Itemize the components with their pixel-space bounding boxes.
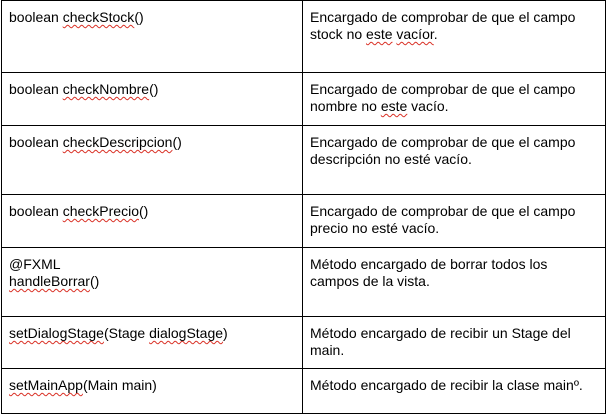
method-signature-cell: setDialogStage(Stage dialogStage)	[1, 316, 303, 369]
text-run: Método encargado de borrar todos los cam…	[310, 256, 548, 289]
misspelled-word: dialogStage	[149, 325, 224, 341]
text-run: @FXML	[9, 256, 61, 272]
misspelled-word: vacíor	[396, 26, 434, 42]
text-run: Encargado de comprobar de que el campo s…	[310, 9, 576, 42]
misspelled-word: este	[366, 26, 393, 42]
document-page: boolean checkStock() Encargado de comprob…	[0, 0, 606, 417]
table-row: @FXML handleBorrar() Método encargado de b…	[1, 247, 606, 317]
text-run: .	[433, 26, 438, 42]
text-run: ()	[149, 81, 159, 97]
text-run: Método encargado de recibir un Stage del…	[310, 325, 571, 358]
method-description-cell: Encargado de comprobar de que el campo n…	[302, 72, 606, 126]
misspelled-word: handleBorrar	[9, 273, 90, 289]
method-description-cell: Encargado de comprobar de que el campo s…	[302, 0, 606, 73]
method-signature-cell: boolean checkStock()	[1, 0, 303, 73]
table-row: boolean checkStock() Encargado de comprob…	[1, 0, 606, 73]
misspelled-word: checkDescripcion	[62, 134, 173, 150]
text-run: boolean	[9, 9, 63, 25]
text-run: vacío.	[407, 98, 449, 114]
misspelled-word: checkStock	[62, 9, 135, 25]
table-row: boolean checkPrecio() Encargado de compro…	[1, 194, 606, 248]
misspelled-word: setMainApp	[9, 377, 83, 393]
text-run: boolean	[9, 203, 63, 219]
misspelled-word: este	[380, 98, 408, 114]
text-run: boolean	[9, 134, 63, 150]
method-description-cell: Método encargado de borrar todos los cam…	[302, 247, 606, 317]
misspelled-word: checkPrecio	[62, 203, 139, 219]
method-signature-cell: boolean checkNombre()	[1, 72, 303, 126]
method-description-cell: Método encargado de recibir un Stage del…	[302, 316, 606, 369]
method-description-cell: Encargado de comprobar de que el campo p…	[302, 194, 606, 248]
text-run: ()	[172, 134, 182, 150]
text-run: Encargado de comprobar de que el campo d…	[310, 134, 576, 167]
method-description-cell: Método encargado de recibir la clase mai…	[302, 368, 606, 414]
misspelled-word: setDialogStage	[9, 325, 104, 341]
method-signature-cell: setMainApp(Main main)	[1, 368, 303, 414]
text-run: boolean	[9, 81, 63, 97]
text-run: (Main main)	[82, 377, 157, 393]
methods-table: boolean checkStock() Encargado de comprob…	[1, 0, 606, 414]
text-run: )	[223, 325, 228, 341]
text-run: Encargado de comprobar de que el campo p…	[310, 203, 576, 236]
method-signature-cell: @FXML handleBorrar()	[1, 247, 303, 317]
table-row: boolean checkNombre() Encargado de compro…	[1, 72, 606, 126]
text-run: ()	[89, 273, 100, 289]
method-signature-cell: boolean checkDescripcion()	[1, 125, 303, 195]
text-run: ()	[138, 203, 149, 219]
text-run: Método encargado de recibir la clase mai…	[310, 377, 583, 393]
text-run: ()	[134, 9, 144, 25]
table-row: setDialogStage(Stage dialogStage) Método …	[1, 316, 606, 369]
text-run: (Stage	[103, 325, 150, 341]
misspelled-word: checkNombre	[62, 81, 150, 97]
method-signature-cell: boolean checkPrecio()	[1, 194, 303, 248]
method-description-cell: Encargado de comprobar de que el campo d…	[302, 125, 606, 195]
table-row: setMainApp(Main main) Método encargado de…	[1, 368, 606, 414]
table-row: boolean checkDescripcion() Encargado de c…	[1, 125, 606, 195]
